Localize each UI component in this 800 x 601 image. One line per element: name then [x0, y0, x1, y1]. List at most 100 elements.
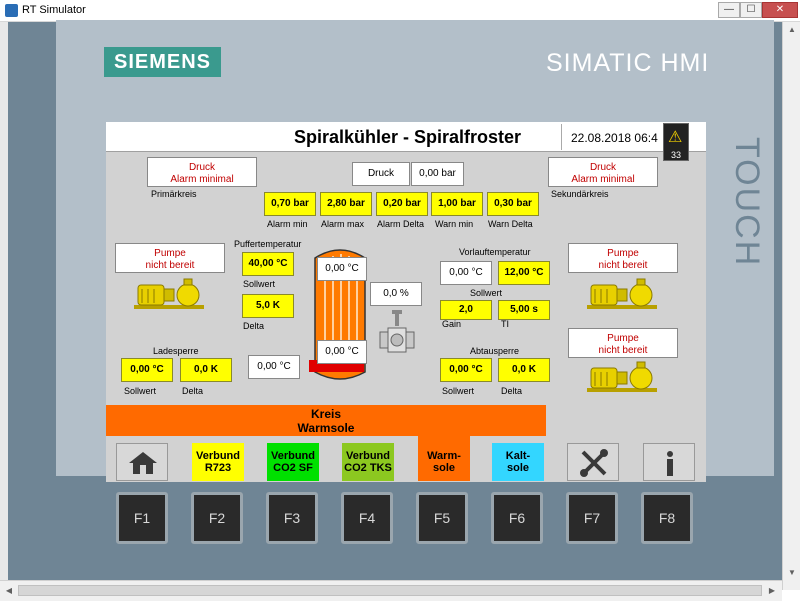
- home-button[interactable]: [116, 443, 168, 481]
- ladesperre-delta-label: Delta: [182, 386, 204, 396]
- right-pump-2-icon[interactable]: [585, 360, 659, 394]
- pressure-alarm-delta-label: Alarm Delta: [377, 219, 425, 229]
- alarm-primary-pressure: Druck Alarm minimal: [147, 157, 257, 187]
- pressure-alarm-min-label: Alarm min: [267, 219, 308, 229]
- vertical-scrollbar[interactable]: ▲ ▼: [782, 22, 800, 590]
- pressure-alarm-max-label: Alarm max: [321, 219, 365, 229]
- horizontal-scrollbar[interactable]: ◀ ▶: [0, 580, 782, 601]
- alarm-indicator[interactable]: ⚠ 33: [663, 123, 689, 161]
- scrollbar-thumb[interactable]: [18, 585, 762, 596]
- left-pump-icon[interactable]: [132, 277, 206, 311]
- vorlauf-ti-label: TI: [501, 319, 509, 329]
- maximize-button[interactable]: ☐: [740, 2, 762, 18]
- tank-bottom-temp: 0,00 °C: [317, 340, 367, 364]
- alarm-text: Alarm minimal: [571, 174, 635, 185]
- f3-key[interactable]: F3: [266, 492, 318, 544]
- nav-verbund-r723-button[interactable]: Verbund R723: [192, 443, 244, 481]
- pressure-value: 0,00 bar: [411, 162, 464, 186]
- product-name: SIMATIC HMI: [546, 49, 710, 77]
- nav-label: Verbund: [195, 450, 240, 462]
- buffer-delta-label: Delta: [243, 321, 265, 331]
- pump-status-text: Pumpe: [607, 248, 639, 259]
- close-button[interactable]: ✕: [762, 2, 798, 18]
- circuit-line-1: Kreis: [310, 407, 342, 421]
- nav-label: Kalt-: [505, 450, 531, 462]
- pump-status-text: nicht bereit: [598, 260, 648, 271]
- right-pump-1-icon[interactable]: [585, 277, 659, 311]
- scroll-up-icon[interactable]: ▲: [786, 24, 798, 36]
- alarm-count: 33: [670, 150, 681, 160]
- tank-side-temp: 0,00 °C: [248, 355, 300, 379]
- pressure-alarm-min-input[interactable]: 0,70 bar: [264, 192, 316, 216]
- f2-key[interactable]: F2: [191, 492, 243, 544]
- info-button[interactable]: [643, 443, 695, 481]
- abtausperre-title: Abtausperre: [470, 346, 520, 356]
- ladesperre-setpoint-input[interactable]: 0,00 °C: [121, 358, 173, 382]
- vorlauf-gain-input[interactable]: 2,0: [440, 300, 492, 320]
- vorlauf-title: Vorlauftemperatur: [459, 247, 531, 257]
- circuit-banner: Kreis Warmsole: [106, 405, 546, 436]
- nav-label: Verbund: [270, 450, 315, 462]
- touch-label: TOUCH: [728, 136, 766, 268]
- warning-icon: ⚠: [668, 129, 683, 146]
- vorlauf-actual: 0,00 °C: [440, 261, 492, 285]
- home-icon: [129, 452, 157, 474]
- pressure-warn-delta-label: Warn Delta: [488, 219, 533, 229]
- alarm-text: Alarm minimal: [170, 174, 234, 185]
- buffer-setpoint-label: Sollwert: [243, 279, 276, 289]
- nav-kaltsole-button[interactable]: Kalt- sole: [492, 443, 544, 481]
- minimize-button[interactable]: —: [718, 2, 740, 18]
- pressure-alarm-delta-input[interactable]: 0,20 bar: [376, 192, 428, 216]
- vorlauf-gain-label: Gain: [442, 319, 462, 329]
- pump-status-text: nicht bereit: [598, 345, 648, 356]
- abtausperre-setpoint-label: Sollwert: [442, 386, 475, 396]
- app-icon: [5, 4, 18, 17]
- ladesperre-delta-input[interactable]: 0,0 K: [180, 358, 232, 382]
- f1-key[interactable]: F1: [116, 492, 168, 544]
- vorlauf-setpoint-label: Sollwert: [470, 288, 503, 298]
- nav-label: CO2 SF: [273, 462, 313, 474]
- alarm-text: Druck: [589, 162, 617, 173]
- buffer-delta-input[interactable]: 5,0 K: [242, 294, 294, 318]
- right-pump-1-status: Pumpe nicht bereit: [568, 243, 678, 273]
- pump-status-text: Pumpe: [154, 248, 186, 259]
- nav-label: CO2 TKS: [344, 462, 392, 474]
- mixing-valve-icon[interactable]: [378, 308, 416, 358]
- scroll-left-icon[interactable]: ◀: [3, 585, 15, 597]
- nav-label: R723: [204, 462, 232, 474]
- window-frame-left: [0, 22, 8, 590]
- pressure-warn-delta-input[interactable]: 0,30 bar: [487, 192, 539, 216]
- right-pump-2-status: Pumpe nicht bereit: [568, 328, 678, 358]
- f8-key[interactable]: F8: [641, 492, 693, 544]
- nav-verbund-co2-sf-button[interactable]: Verbund CO2 SF: [267, 443, 319, 481]
- pressure-alarm-max-input[interactable]: 2,80 bar: [320, 192, 372, 216]
- nav-verbund-co2-tks-button[interactable]: Verbund CO2 TKS: [342, 443, 394, 481]
- f7-key[interactable]: F7: [566, 492, 618, 544]
- pressure-warn-min-label: Warn min: [435, 219, 474, 229]
- buffer-temp-title: Puffertemperatur: [234, 239, 302, 249]
- secondary-circuit-label: Sekundärkreis: [551, 189, 609, 199]
- abtausperre-setpoint-input[interactable]: 0,00 °C: [440, 358, 492, 382]
- scroll-down-icon[interactable]: ▼: [786, 567, 798, 579]
- siemens-logo: SIEMENS: [104, 47, 221, 77]
- f4-key[interactable]: F4: [341, 492, 393, 544]
- page-title: Spiralkühler - Spiralfroster: [294, 127, 522, 147]
- vorlauf-setpoint-input[interactable]: 12,00 °C: [498, 261, 550, 285]
- window-title: RT Simulator: [22, 4, 86, 16]
- f6-key[interactable]: F6: [491, 492, 543, 544]
- abtausperre-delta-label: Delta: [501, 386, 523, 396]
- f5-key[interactable]: F5: [416, 492, 468, 544]
- settings-button[interactable]: [567, 443, 619, 481]
- abtausperre-delta-input[interactable]: 0,0 K: [498, 358, 550, 382]
- tank-top-temp: 0,00 °C: [317, 257, 367, 281]
- primary-circuit-label: Primärkreis: [151, 189, 197, 199]
- nav-warmsole-button[interactable]: Warm- sole: [418, 436, 470, 481]
- window-titlebar: RT Simulator — ☐ ✕: [0, 0, 800, 22]
- pump-status-text: Pumpe: [607, 333, 639, 344]
- pressure-warn-min-input[interactable]: 1,00 bar: [431, 192, 483, 216]
- vorlauf-ti-input[interactable]: 5,00 s: [498, 300, 550, 320]
- buffer-setpoint-input[interactable]: 40,00 °C: [242, 252, 294, 276]
- scroll-right-icon[interactable]: ▶: [766, 585, 778, 597]
- circuit-line-2: Warmsole: [297, 421, 355, 435]
- pressure-label-box: Druck: [352, 162, 410, 186]
